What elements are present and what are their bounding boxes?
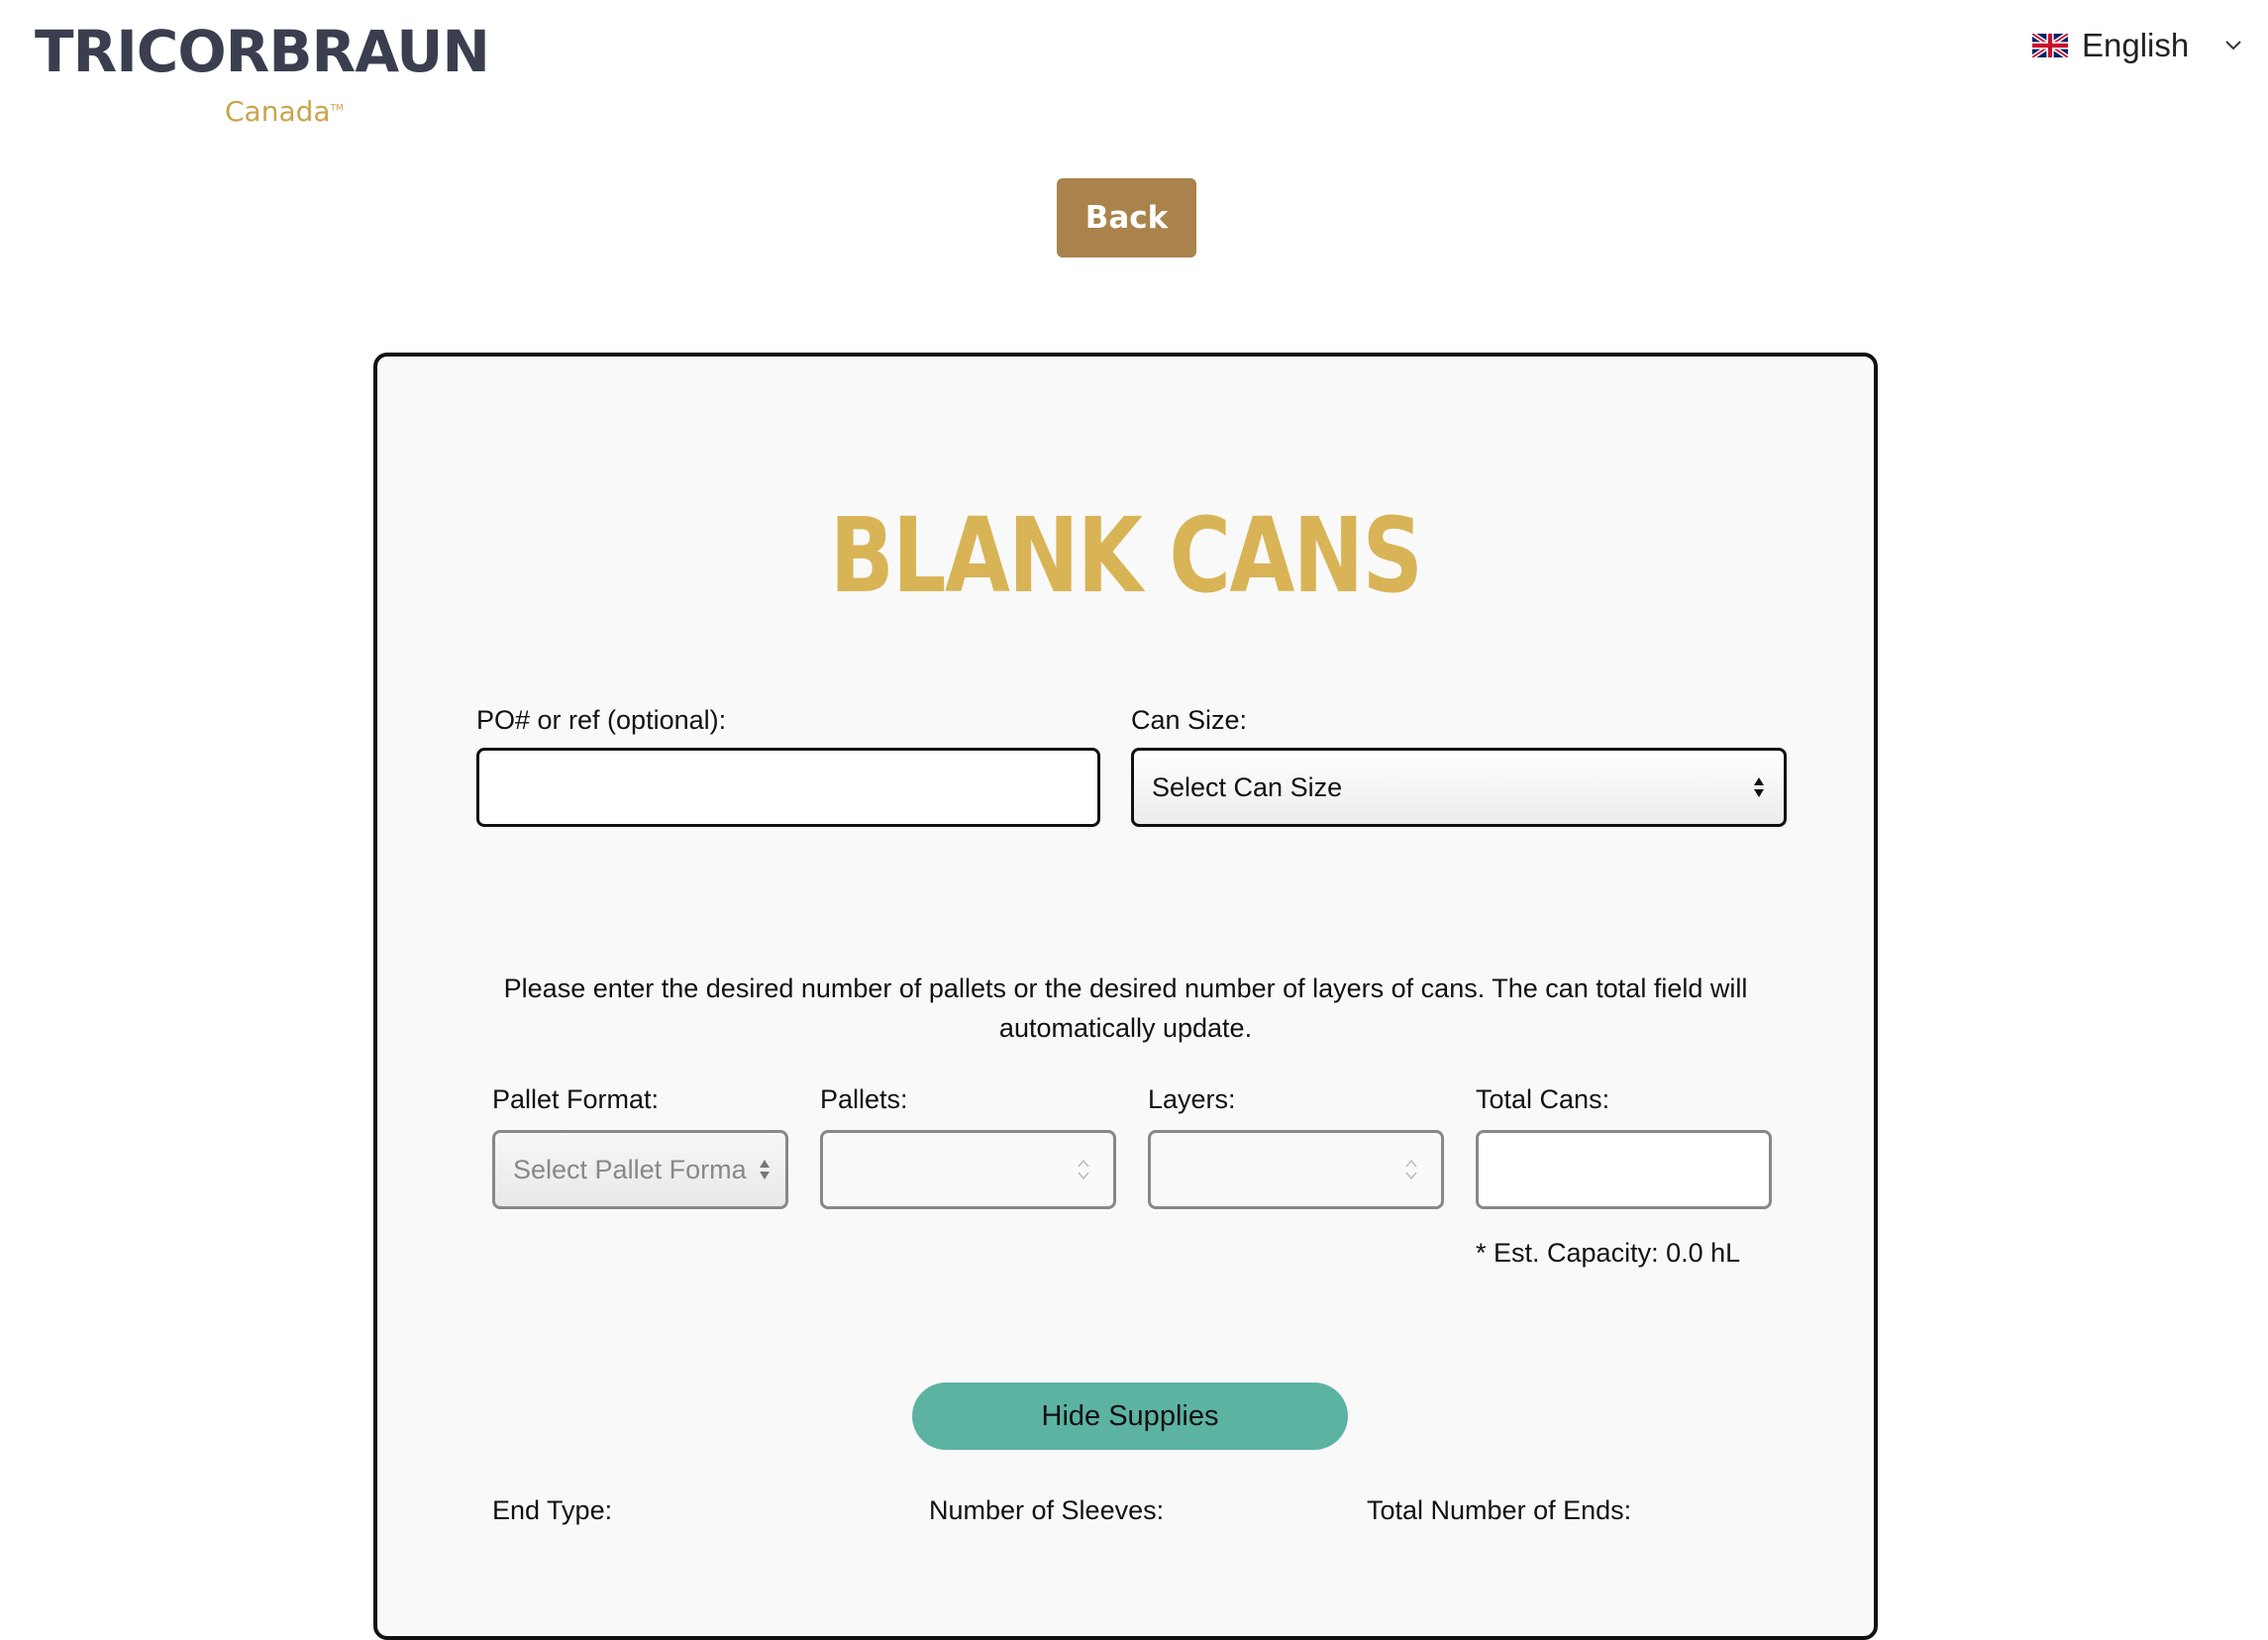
estimated-capacity: * Est. Capacity: 0.0 hL	[1476, 1238, 1741, 1268]
number-spinner-icon[interactable]	[1076, 1156, 1091, 1183]
chevron-down-icon	[2225, 41, 2241, 51]
can-size-select[interactable]: Select Can Size	[1131, 748, 1787, 827]
pallet-format-label: Pallet Format:	[492, 1084, 660, 1114]
tricorbraun-logo[interactable]: TRICORBRAUN CanadaTM	[35, 18, 530, 128]
pallet-format-select[interactable]: Select Pallet Forma	[492, 1130, 788, 1209]
uk-flag-icon	[2032, 34, 2068, 57]
select-arrows-icon	[1754, 777, 1764, 797]
language-selector[interactable]: English	[2032, 22, 2242, 69]
can-size-label: Can Size:	[1131, 705, 1248, 735]
sleeves-label: Number of Sleeves:	[929, 1495, 1165, 1525]
select-arrows-icon	[760, 1160, 770, 1179]
logo-subtitle: CanadaTM	[225, 95, 344, 128]
can-size-value: Select Can Size	[1152, 771, 1343, 802]
logo-wordmark: TRICORBRAUN	[35, 18, 490, 85]
layers-label: Layers:	[1148, 1084, 1236, 1114]
number-spinner-icon[interactable]	[1403, 1156, 1419, 1183]
pallets-label: Pallets:	[820, 1084, 908, 1114]
end-type-label: End Type:	[492, 1495, 613, 1525]
pallet-format-value: Select Pallet Forma	[513, 1154, 747, 1184]
total-ends-label: Total Number of Ends:	[1367, 1495, 1632, 1525]
total-cans-label: Total Cans:	[1476, 1084, 1610, 1114]
pallets-input[interactable]	[820, 1130, 1116, 1209]
po-input[interactable]	[476, 748, 1100, 827]
blank-cans-form: BLANK CANS PO# or ref (optional): Can Si…	[373, 353, 1878, 1640]
total-cans-input[interactable]	[1476, 1130, 1772, 1209]
po-label: PO# or ref (optional):	[476, 705, 727, 735]
language-label: English	[2082, 27, 2190, 63]
layers-input[interactable]	[1148, 1130, 1444, 1209]
page-title: BLANK CANS	[829, 495, 1423, 616]
instructions-text: Please enter the desired number of palle…	[503, 974, 1748, 1043]
hide-supplies-button[interactable]: Hide Supplies	[912, 1383, 1348, 1450]
back-button[interactable]: Back	[1057, 178, 1196, 257]
